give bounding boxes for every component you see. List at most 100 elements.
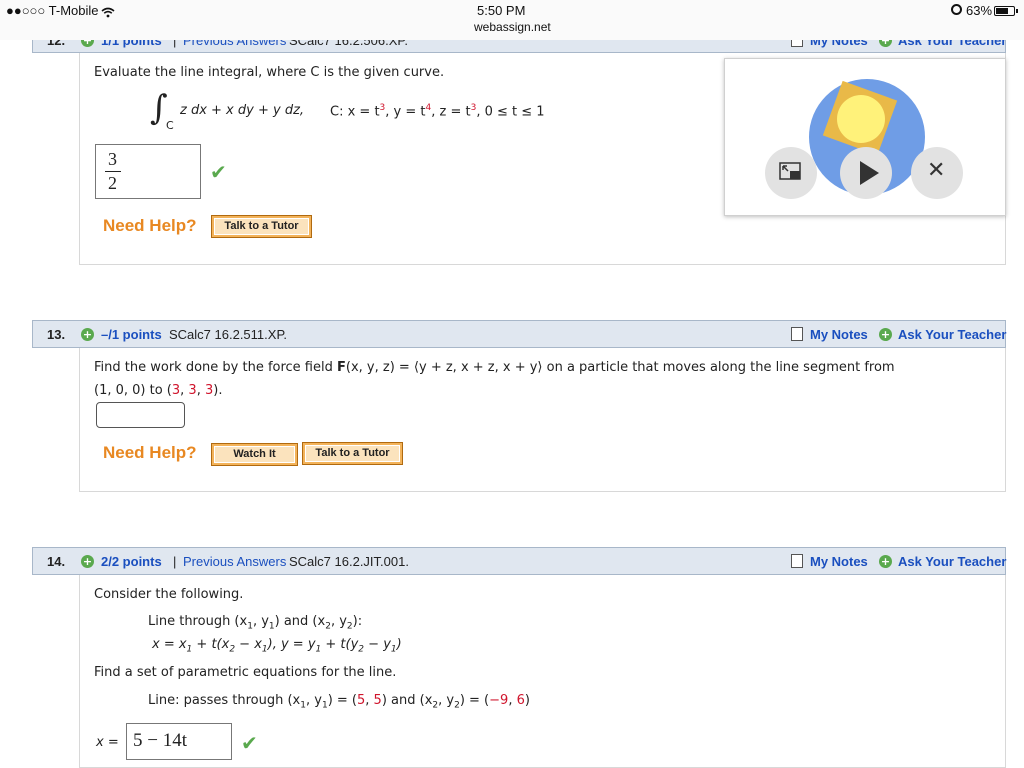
q13-prompt-start: Find the work done by the force field <box>94 360 337 375</box>
f-part1: x = x <box>152 637 187 652</box>
answer-denominator: 2 <box>108 173 117 193</box>
curve-z-label: , z = t <box>431 104 471 120</box>
note-icon <box>791 327 803 341</box>
q12-talk-to-tutor-label: Talk to a Tutor <box>214 218 309 235</box>
fraction-bar <box>105 171 121 172</box>
q14-ask-teacher-link[interactable]: Ask Your Teacher <box>898 554 1006 569</box>
q14-line-through: Line through (x1, y1) and (x2, y2): <box>148 614 362 632</box>
x-answer-value: 5 − 14t <box>133 730 187 751</box>
site-domain-top: webassign.net <box>474 20 551 34</box>
q13-need-help: Need Help? <box>103 443 197 462</box>
status-bar-layer: ●●○○○ T-Mobile 5:50 PM webassign.net 63% <box>0 0 1024 40</box>
play-icon <box>858 160 880 190</box>
picture-in-picture-icon <box>779 162 803 187</box>
lt-part4: , y <box>330 614 347 629</box>
lt-part5: ): <box>352 614 363 629</box>
q14-points-given: Line: passes through (x1, y1) = (5, 5) a… <box>148 693 530 711</box>
f-part6: − y <box>364 637 391 652</box>
q13-seg-a: (1, 0, 0) to ( <box>94 383 172 398</box>
q13-code: SCalc7 16.2.511.XP. <box>169 327 288 342</box>
note-icon <box>791 554 803 568</box>
q14-formula: x = x1 + t(x2 − x1), y = y1 + t(y2 − y1) <box>152 637 402 655</box>
q13-end-x: 3 <box>171 383 181 398</box>
pg-h: , <box>508 693 517 708</box>
f-part4: ), y = y <box>267 637 316 652</box>
q14-previous-answers-link[interactable]: Previous Answers <box>183 554 286 569</box>
lt-part3: ) and (x <box>274 614 326 629</box>
curve-range: , 0 ≤ t ≤ 1 <box>476 104 545 120</box>
x-equals-label: x = <box>96 735 119 750</box>
ask-plus-icon: + <box>879 555 892 568</box>
correct-check-icon: ✔ <box>241 731 258 755</box>
expand-plus-icon[interactable]: + <box>81 555 94 568</box>
point2-y: 6 <box>516 693 525 708</box>
close-button[interactable]: ✕ <box>911 147 963 199</box>
q13-talk-to-tutor-label: Talk to a Tutor <box>305 445 400 462</box>
integrand: z dx + x dy + y dz, <box>180 103 304 118</box>
q13-my-notes-link[interactable]: My Notes <box>810 327 868 342</box>
q13-ask-teacher-link[interactable]: Ask Your Teacher <box>898 327 1006 342</box>
point2-x: −9 <box>489 693 509 708</box>
battery-icon <box>994 6 1015 16</box>
q13-watch-it-button[interactable]: Watch It <box>211 443 298 466</box>
thumbnail-sun <box>837 95 885 143</box>
f-part3: − x <box>235 637 262 652</box>
curve-y-label: , y = t <box>385 104 426 120</box>
q14-code: SCalc7 16.2.JIT.001. <box>289 554 409 569</box>
q12-need-help: Need Help? <box>103 216 197 235</box>
q14-points: 2/2 points <box>101 554 162 569</box>
battery-level-fill <box>996 8 1008 14</box>
q13-talk-to-tutor-button[interactable]: Talk to a Tutor <box>302 442 403 465</box>
pg-f: , y <box>438 693 455 708</box>
q13-seg-g: ). <box>213 383 223 398</box>
correct-check-icon: ✔ <box>210 160 227 184</box>
lt-part2: , y <box>252 614 269 629</box>
q13-end-y: 3 <box>188 383 197 398</box>
ask-plus-icon: + <box>879 328 892 341</box>
battery-tip <box>1016 9 1018 13</box>
integrand-text: z dx + x dy + y dz, <box>180 103 305 118</box>
pg-c: ) = ( <box>327 693 357 708</box>
q13-watch-it-label: Watch It <box>214 446 295 463</box>
q14-x-answer-box[interactable]: 5 − 14t <box>126 723 232 760</box>
pg-b: , y <box>305 693 322 708</box>
clock-top: 5:50 PM <box>477 3 526 18</box>
pg-a: Line: passes through (x <box>148 693 301 708</box>
q14-header-bar: 14. + 2/2 points | Previous Answers SCal… <box>32 547 1006 575</box>
picture-in-picture-button[interactable] <box>765 147 817 199</box>
wifi-icon <box>101 3 115 22</box>
q13-answer-input[interactable] <box>96 402 185 428</box>
q14-my-notes-link[interactable]: My Notes <box>810 554 868 569</box>
q13-prompt-rest: (x, y, z) = ⟨y + z, x + z, x + y⟩ on a p… <box>345 360 895 375</box>
q13-seg-e: , <box>196 383 205 398</box>
q13-number: 13. <box>47 327 66 342</box>
f-part5: + t(y <box>321 637 359 652</box>
pg-g: ) = ( <box>459 693 490 708</box>
play-button[interactable] <box>840 147 892 199</box>
answer-numerator: 3 <box>108 149 117 169</box>
q12-prompt: Evaluate the line integral, where C is t… <box>94 65 445 80</box>
q13-end-z: 3 <box>204 383 214 398</box>
f-part2: + t(x <box>192 637 230 652</box>
close-icon: ✕ <box>927 158 946 183</box>
alarm-icon <box>951 4 962 15</box>
q14-number: 14. <box>47 554 66 569</box>
battery-percent-top: 63% <box>966 3 993 18</box>
q12-answer-box[interactable]: 3 2 <box>95 144 201 199</box>
curve-x-label: C: x = t <box>330 104 380 120</box>
expand-plus-icon[interactable]: + <box>81 328 94 341</box>
point1-y: 5 <box>373 693 382 708</box>
carrier-label-top: ●●○○○ T-Mobile <box>6 3 99 18</box>
pg-i: ) <box>524 693 530 708</box>
integral-subscript: C <box>166 119 174 132</box>
q14-find: Find a set of parametric equations for t… <box>94 665 397 680</box>
lt-part1: Line through (x <box>148 614 248 629</box>
q12-talk-to-tutor-button[interactable]: Talk to a Tutor <box>211 215 312 238</box>
pg-d: , <box>365 693 374 708</box>
q13-points: –/1 points <box>101 327 162 342</box>
q14-separator: | <box>173 554 177 569</box>
video-player-panel[interactable]: ✕ <box>724 58 1006 216</box>
q13-prompt-line2: (1, 0, 0) to (3, 3, 3). <box>94 383 222 398</box>
force-field-symbol: F <box>337 360 346 375</box>
q13-header-bar: 13. + –/1 points SCalc7 16.2.511.XP. My … <box>32 320 1006 348</box>
